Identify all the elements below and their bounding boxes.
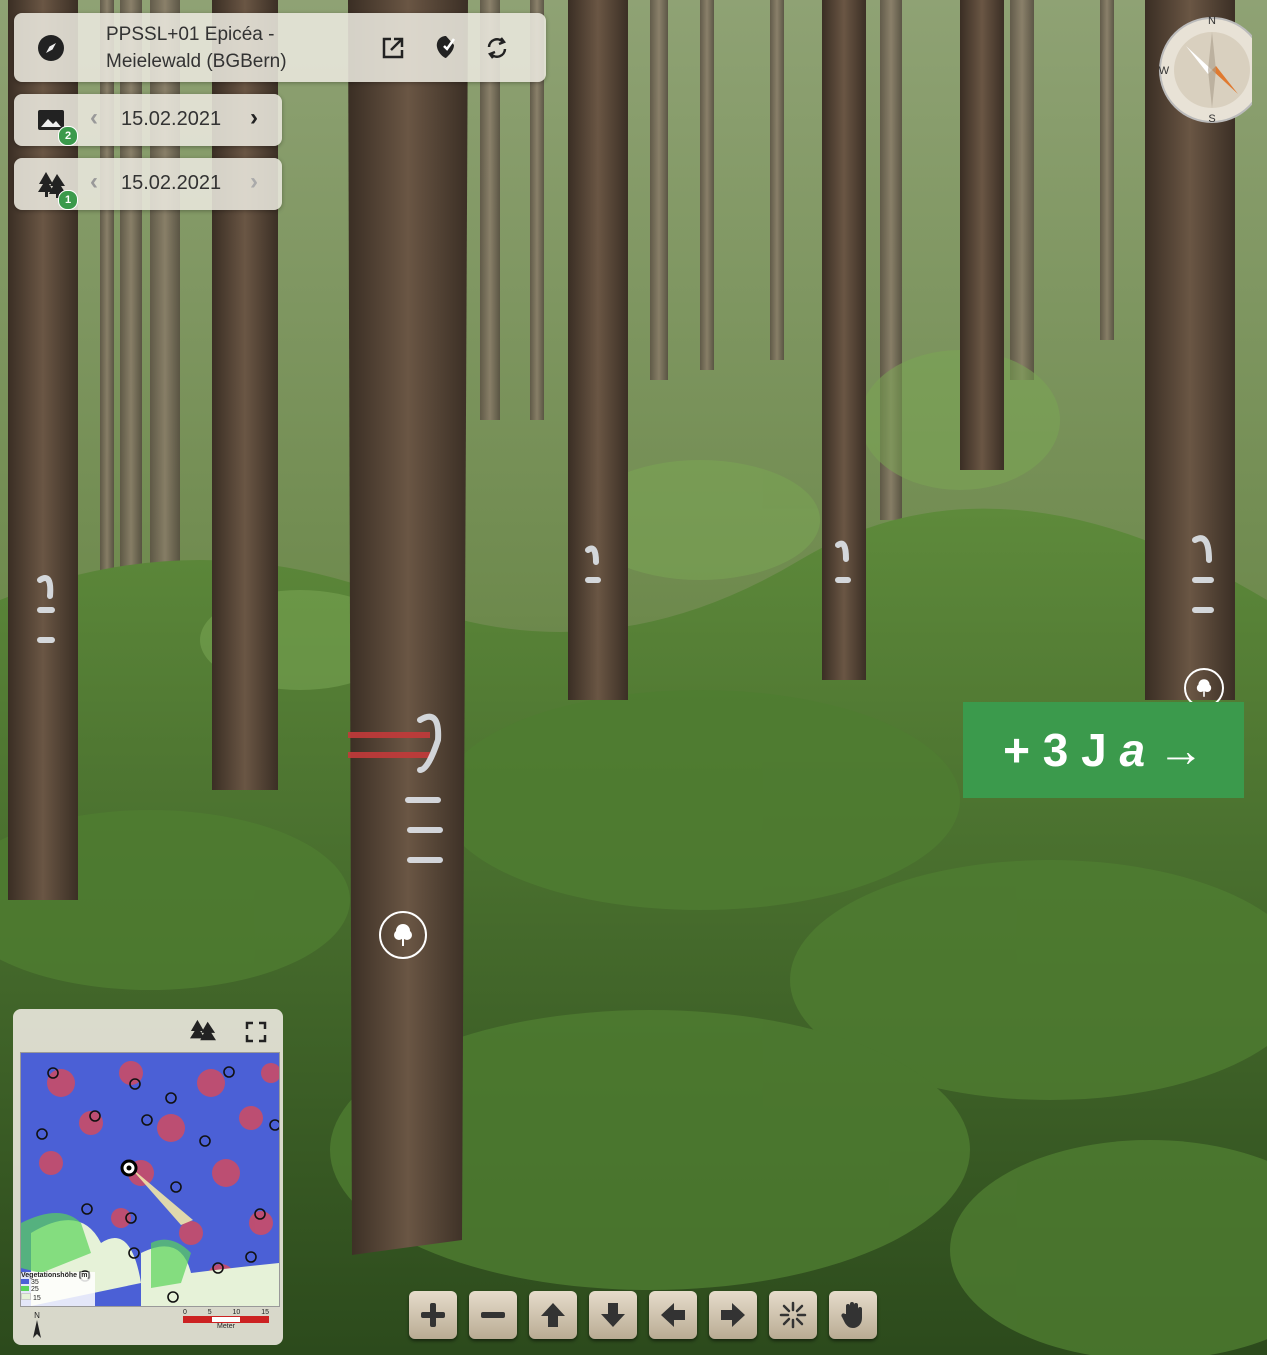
minus-icon (481, 1312, 505, 1318)
tree-icon (394, 924, 412, 946)
legend-value: 25 (30, 1286, 39, 1293)
compass-west-label: W (1159, 65, 1170, 77)
scale-tick: 15 (261, 1309, 269, 1316)
tag-edit-icon[interactable] (430, 31, 462, 63)
open-external-icon[interactable] (378, 33, 408, 63)
time-jump-prefix: + 3 J (1003, 724, 1107, 776)
tree-hotspot[interactable] (379, 911, 427, 959)
navigation-bar (409, 1291, 877, 1339)
legend-row: 15 (21, 1293, 95, 1302)
scale-tick: 0 (183, 1309, 187, 1316)
image-date-label: 15.02.2021 (121, 108, 222, 130)
compass-north-label: N (1208, 15, 1216, 27)
hand-icon (841, 1302, 862, 1328)
tree-date-selector: 1 ‹ 15.02.2021 › (14, 158, 282, 210)
prev-image-date-button[interactable]: ‹ (90, 104, 98, 132)
minimap-panel: Vegetationshöhe [m] 35 25 15 N 0 5 10 15… (13, 1009, 283, 1345)
prev-tree-date-button[interactable]: ‹ (90, 168, 98, 196)
time-jump-banner[interactable]: + 3 J a → (963, 702, 1244, 798)
next-image-date-button[interactable]: › (250, 104, 258, 132)
fullscreen-icon[interactable] (243, 1019, 269, 1045)
zoom-out-button[interactable] (469, 1291, 517, 1339)
legend-row: 25 (21, 1286, 95, 1293)
north-label: N (34, 1311, 40, 1320)
pan-down-button[interactable] (589, 1291, 637, 1339)
tree-date-label: 15.02.2021 (121, 172, 222, 194)
page-title: PPSSL+01 Epicéa - Meielewald (BGBern) (106, 21, 287, 75)
legend-value: 15 (32, 1295, 41, 1302)
scale-unit: Meter (217, 1323, 235, 1330)
page-title-line1: PPSSL+01 Epicéa - (106, 24, 275, 45)
time-jump-suffix: a (1119, 724, 1146, 776)
legend-value: 35 (30, 1279, 39, 1286)
vegetation-height-map[interactable]: Vegetationshöhe [m] 35 25 15 (20, 1052, 280, 1307)
tree-count-badge: 1 (58, 190, 78, 210)
image-date-selector: 2 ‹ 15.02.2021 › (14, 94, 282, 146)
page-title-line2: Meielewald (BGBern) (106, 51, 287, 72)
zoom-in-button[interactable] (409, 1291, 457, 1339)
legend-title: Vegetationshöhe [m] (21, 1272, 90, 1279)
map-legend: Vegetationshöhe [m] 35 25 15 (21, 1272, 95, 1306)
arrow-right-icon (721, 1303, 745, 1327)
drag-mode-button[interactable] (829, 1291, 877, 1339)
arrow-down-icon (601, 1303, 625, 1327)
title-panel: PPSSL+01 Epicéa - Meielewald (BGBern) (14, 13, 546, 82)
scale-tick: 5 (207, 1309, 212, 1316)
compass-widget[interactable]: N S W (1156, 12, 1265, 125)
scale-bar: 0 5 10 15 Meter (183, 1309, 269, 1330)
next-tree-date-button[interactable]: › (250, 168, 258, 196)
image-count-badge: 2 (58, 126, 78, 146)
scale-tick: 10 (232, 1309, 241, 1316)
burst-icon (779, 1301, 807, 1329)
arrow-up-icon (541, 1303, 565, 1327)
fullscreen-button[interactable] (769, 1291, 817, 1339)
pan-up-button[interactable] (529, 1291, 577, 1339)
legend-row: 35 (21, 1279, 95, 1286)
compass-south-label: S (1208, 113, 1215, 124)
pan-right-button[interactable] (709, 1291, 757, 1339)
tree-icon (1196, 679, 1212, 697)
north-arrow-icon: N (31, 1311, 43, 1340)
arrow-left-icon (661, 1303, 685, 1327)
arrow-right-icon: → (1157, 724, 1204, 776)
trees-icon[interactable] (187, 1017, 219, 1045)
pan-left-button[interactable] (649, 1291, 697, 1339)
sync-icon[interactable] (482, 33, 512, 63)
plus-icon (421, 1303, 445, 1327)
compass-icon[interactable] (36, 33, 66, 63)
